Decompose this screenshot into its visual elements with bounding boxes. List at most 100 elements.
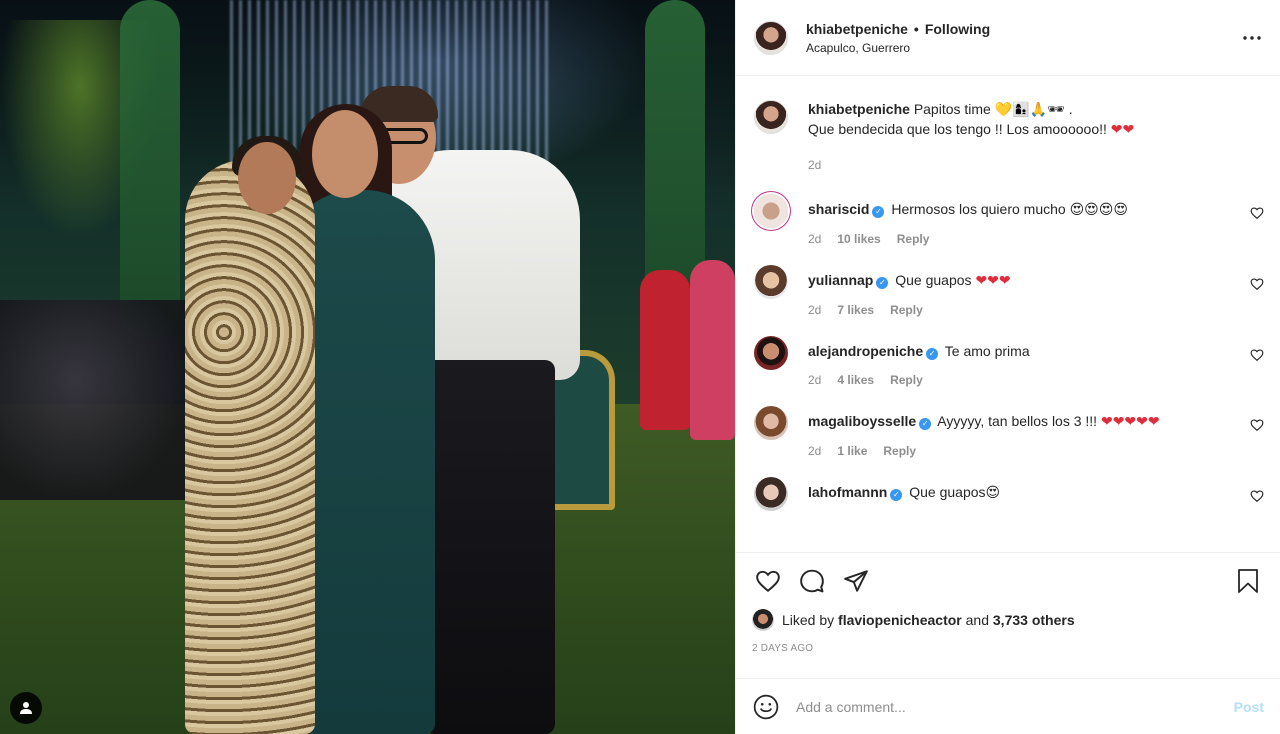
commenter-avatar[interactable] xyxy=(754,336,788,370)
caption-hearts: ❤❤ xyxy=(1110,122,1135,138)
photo-guest-red xyxy=(640,270,690,430)
separator-dot: • xyxy=(913,20,919,37)
caption-username[interactable]: khiabetpeniche xyxy=(808,101,910,117)
comment-body: magaliboysselle ✓ Ayyyyy, tan bellos los … xyxy=(808,406,1264,458)
liker-username[interactable]: flaviopenicheactor xyxy=(838,612,962,628)
post-comment-button[interactable]: Post xyxy=(1234,699,1264,715)
location-link[interactable]: Acapulco, Guerrero xyxy=(806,41,1240,55)
comment-item: magaliboysselle ✓ Ayyyyy, tan bellos los … xyxy=(754,406,1264,458)
comment-button[interactable] xyxy=(796,565,828,597)
add-comment-bar: Post xyxy=(736,678,1280,734)
emoji-picker-button[interactable] xyxy=(752,693,780,721)
comment-actions: 2d 4 likes Reply xyxy=(808,373,1264,387)
comment-text: Hermosos los quiero mucho xyxy=(891,201,1066,217)
commenter-avatar[interactable] xyxy=(754,477,788,511)
photo-person-left-head xyxy=(238,142,296,214)
comment-line: yuliannap ✓ Que guapos ❤❤❤ xyxy=(808,265,1264,291)
post-timestamp[interactable]: 2 DAYS AGO xyxy=(752,643,1264,654)
commenter-avatar[interactable] xyxy=(754,194,788,228)
verified-badge-icon: ✓ xyxy=(872,206,885,218)
heart-icon xyxy=(756,570,780,593)
action-icons-row xyxy=(752,565,1264,597)
comment-actions: 2d 1 like Reply xyxy=(808,444,1264,458)
comment-actions: 2d 10 likes Reply xyxy=(808,232,1264,246)
comment-line: lahofmannn ✓ Que guapos😍 xyxy=(808,477,1264,503)
comment-actions: 2d 7 likes Reply xyxy=(808,303,1264,317)
bookmark-icon xyxy=(1238,569,1258,593)
commenter-username[interactable]: magaliboysselle xyxy=(808,413,916,429)
commenter-avatar[interactable] xyxy=(754,265,788,299)
author-meta: khiabetpeniche • Following Acapulco, Gue… xyxy=(806,21,1240,55)
save-button[interactable] xyxy=(1232,565,1264,597)
comment-line: alejandropeniche ✓ Te amo prima xyxy=(808,336,1264,361)
comment-item: lahofmannn ✓ Que guapos😍 xyxy=(754,477,1264,511)
caption-text-1: Papitos time xyxy=(913,101,991,117)
like-button[interactable] xyxy=(752,565,784,597)
commenter-username[interactable]: shariscid xyxy=(808,201,869,217)
photo-vine-left xyxy=(120,0,180,340)
caption-line-1: khiabetpeniche Papitos time 💛👩‍👦🙏🕶 . xyxy=(808,100,1134,120)
comment-icon xyxy=(800,569,824,593)
liker-avatar[interactable] xyxy=(752,609,774,631)
following-button[interactable]: Following xyxy=(925,21,990,37)
comment-emoji: 😍 xyxy=(985,485,1001,501)
author-avatar[interactable] xyxy=(754,20,788,55)
comment-body: shariscid ✓ Hermosos los quiero mucho 😍😍😍… xyxy=(808,194,1264,246)
post-modal: khiabetpeniche • Following Acapulco, Gue… xyxy=(0,0,1280,734)
comment-heart-icon[interactable] xyxy=(1250,277,1264,291)
comment-age: 2d xyxy=(808,444,822,458)
more-options-button[interactable] xyxy=(1240,26,1264,50)
comment-likes-count[interactable]: 1 like xyxy=(837,444,867,458)
comment-heart-icon[interactable] xyxy=(1250,348,1264,362)
comment-emoji: ❤❤❤ xyxy=(975,273,1011,289)
photo-person-middle-head xyxy=(312,110,378,198)
verified-badge-icon: ✓ xyxy=(919,418,932,430)
commenter-username[interactable]: alejandropeniche xyxy=(808,343,923,359)
comment-input[interactable] xyxy=(796,698,1234,715)
comment-heart-icon[interactable] xyxy=(1250,418,1264,432)
caption-avatar[interactable] xyxy=(754,100,788,134)
caption-line-2: Que bendecida que los tengo !! Los amooo… xyxy=(808,120,1134,140)
comment-reply-button[interactable]: Reply xyxy=(890,303,923,317)
likes-others-link[interactable]: 3,733 others xyxy=(993,612,1075,628)
commenter-avatar[interactable] xyxy=(754,406,788,440)
post-photo[interactable] xyxy=(0,0,735,734)
smiley-icon xyxy=(753,694,779,719)
comment-item: yuliannap ✓ Que guapos ❤❤❤ 2d 7 likes Rep… xyxy=(754,265,1264,317)
comment-heart-icon[interactable] xyxy=(1250,489,1264,503)
post-side-panel: khiabetpeniche • Following Acapulco, Gue… xyxy=(735,0,1280,734)
commenter-username[interactable]: yuliannap xyxy=(808,272,873,288)
share-button[interactable] xyxy=(840,565,872,597)
comment-text: Ayyyyy, tan bellos los 3 !!! xyxy=(937,413,1098,429)
caption-body: khiabetpeniche Papitos time 💛👩‍👦🙏🕶 . Que… xyxy=(808,100,1134,175)
post-actions-section: Liked by flaviopenicheactor and 3,733 ot… xyxy=(736,552,1280,678)
liked-by-connector: and xyxy=(965,612,989,628)
comment-reply-button[interactable]: Reply xyxy=(890,373,923,387)
post-header: khiabetpeniche • Following Acapulco, Gue… xyxy=(736,0,1280,76)
comment-heart-icon[interactable] xyxy=(1250,206,1264,220)
comment-text: Que guapos xyxy=(909,484,986,500)
comment-body: lahofmannn ✓ Que guapos😍 xyxy=(808,477,1264,503)
photo-person-right-pants xyxy=(425,360,555,734)
comment-likes-count[interactable]: 10 likes xyxy=(837,232,880,246)
comment-likes-count[interactable]: 4 likes xyxy=(837,373,874,387)
paper-plane-icon xyxy=(844,570,868,592)
photo-person-left-dress xyxy=(185,160,315,734)
liked-by-prefix: Liked by xyxy=(782,612,835,628)
comment-body: alejandropeniche ✓ Te amo prima 2d 4 like… xyxy=(808,336,1264,387)
commenter-username[interactable]: lahofmannn xyxy=(808,484,887,500)
caption-period: . xyxy=(1068,101,1073,117)
comment-reply-button[interactable]: Reply xyxy=(883,444,916,458)
comments-list[interactable]: khiabetpeniche Papitos time 💛👩‍👦🙏🕶 . Que… xyxy=(736,76,1280,552)
post-caption: khiabetpeniche Papitos time 💛👩‍👦🙏🕶 . Que… xyxy=(754,100,1264,175)
comment-text: Te amo prima xyxy=(944,343,1030,359)
comment-reply-button[interactable]: Reply xyxy=(897,232,930,246)
author-username[interactable]: khiabetpeniche xyxy=(806,21,908,37)
tagged-users-button[interactable] xyxy=(10,692,42,724)
comment-emoji: ❤❤❤❤❤ xyxy=(1100,414,1160,430)
photo-guests-table xyxy=(0,300,190,500)
comment-likes-count[interactable]: 7 likes xyxy=(837,303,874,317)
verified-badge-icon: ✓ xyxy=(926,348,939,360)
photo-guest-pink xyxy=(690,260,735,440)
comment-line: magaliboysselle ✓ Ayyyyy, tan bellos los … xyxy=(808,406,1264,432)
